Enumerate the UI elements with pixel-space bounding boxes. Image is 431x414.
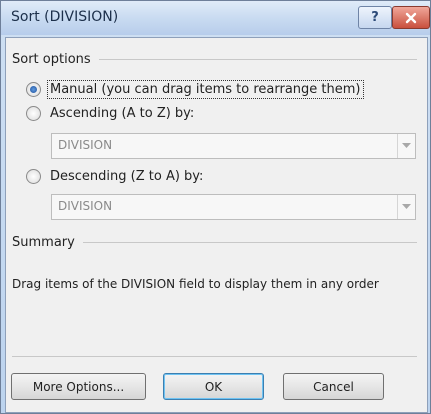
title-bar[interactable]: Sort (DIVISION) ? [1,1,430,35]
chevron-down-icon[interactable] [397,134,415,158]
summary-text: Drag items of the DIVISION field to disp… [12,277,379,291]
descending-field-select[interactable]: DIVISION [51,194,416,220]
close-icon [405,12,417,23]
manual-radio[interactable] [26,82,41,97]
more-options-button[interactable]: More Options... [11,373,146,400]
summary-heading: Summary [12,235,75,250]
dialog-title: Sort (DIVISION) [11,9,119,25]
sort-options-heading: Sort options [12,52,91,67]
dialog-body: Sort options Manual (you can drag items … [5,37,428,413]
ascending-radio[interactable] [26,106,41,121]
sort-dialog: Sort (DIVISION) ? Sort options Manual (y… [0,0,431,414]
close-button[interactable] [392,6,430,29]
radio-selected-dot [30,86,37,93]
ascending-option[interactable]: Ascending (A to Z) by: [26,105,196,122]
descending-radio[interactable] [26,169,41,184]
manual-label[interactable]: Manual (you can drag items to rearrange … [47,80,364,99]
descending-field-value: DIVISION [58,199,113,213]
help-button[interactable]: ? [358,6,392,29]
sort-options-group: Sort options [12,52,417,67]
cancel-button[interactable]: Cancel [283,373,384,400]
ascending-field-select[interactable]: DIVISION [51,133,416,159]
summary-group: Summary [12,235,417,250]
help-icon: ? [371,10,379,25]
ascending-field-value: DIVISION [58,138,113,152]
descending-option[interactable]: Descending (Z to A) by: [26,168,205,185]
ascending-label[interactable]: Ascending (A to Z) by: [48,105,196,122]
descending-label[interactable]: Descending (Z to A) by: [48,168,205,185]
group-divider [82,242,417,243]
ok-button[interactable]: OK [163,373,264,400]
group-divider [98,59,417,60]
chevron-down-icon[interactable] [397,195,415,219]
footer-divider [12,356,417,357]
manual-option[interactable]: Manual (you can drag items to rearrange … [26,80,364,99]
